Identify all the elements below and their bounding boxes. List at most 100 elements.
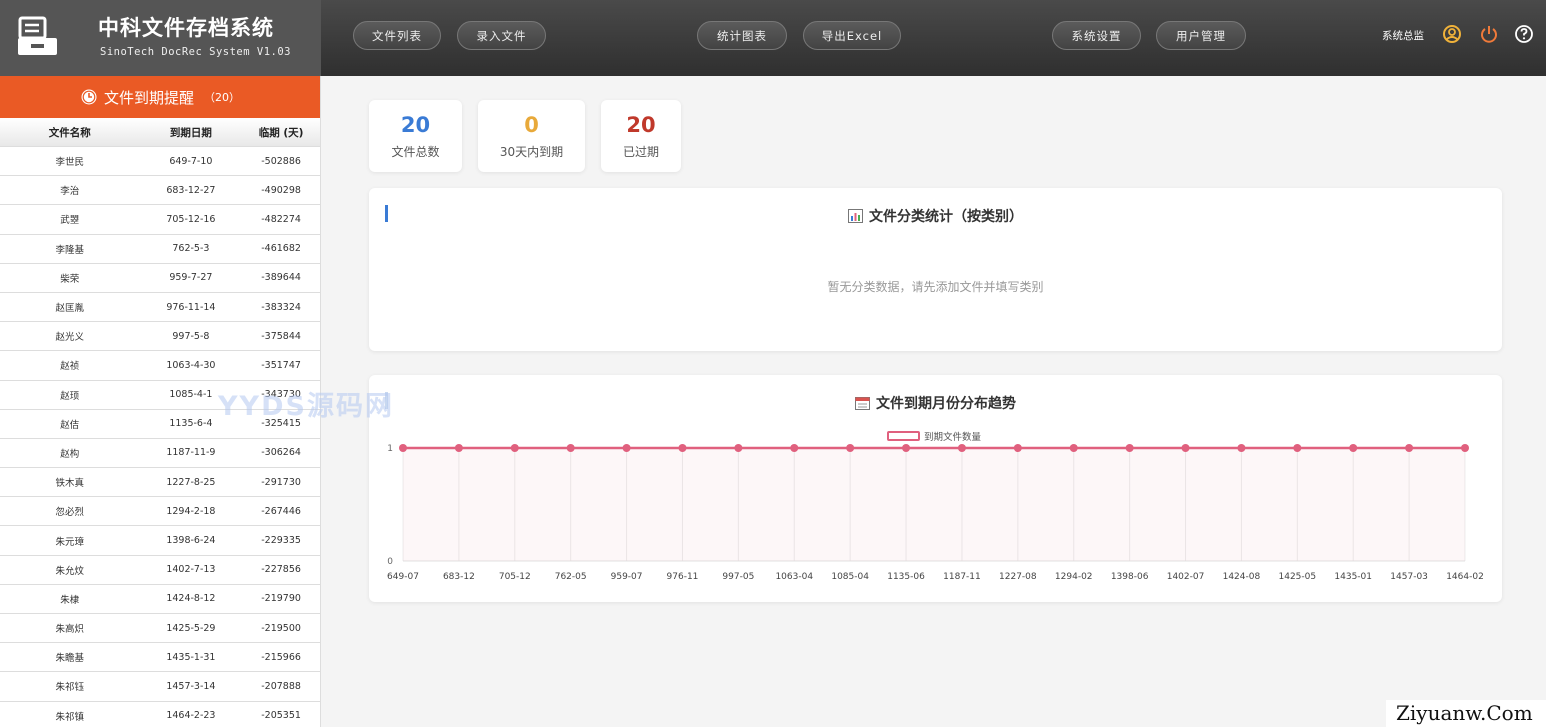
table-row[interactable]: 朱元璋 1398-6-24 -229335 — [0, 526, 320, 556]
row-file-name: 赵匡胤 — [55, 303, 85, 315]
table-row[interactable]: 朱祁钰 1457-3-14 -207888 — [0, 672, 320, 702]
row-file-name: 铁木真 — [55, 478, 85, 490]
row-file-name: 柴荣 — [60, 273, 80, 285]
row-expiry-date: 1464-2-23 — [166, 710, 216, 722]
category-stats-card: 文件分类统计（按类别） 暂无分类数据，请先添加文件并填写类别 — [369, 188, 1502, 351]
sidebar-title: 文件到期提醒 — [103, 88, 194, 107]
table-row[interactable]: 赵构 1187-11-9 -306264 — [0, 439, 320, 469]
stat-total-card: 20 文件总数 — [369, 100, 462, 172]
y-tick-label: 1 — [387, 444, 393, 454]
row-days-left: -375844 — [261, 330, 301, 342]
nav-file-list-button[interactable]: 文件列表 — [353, 21, 441, 50]
nav-charts-button[interactable]: 统计图表 — [697, 21, 787, 50]
row-expiry-date: 1294-2-18 — [166, 505, 216, 517]
stat-expired-value: 20 — [626, 113, 656, 137]
data-point — [790, 444, 799, 452]
sidebar-count: （20） — [204, 91, 240, 104]
row-file-name: 朱祁镇 — [55, 711, 85, 723]
row-expiry-date: 1398-6-24 — [166, 535, 216, 547]
table-row[interactable]: 铁木真 1227-8-25 -291730 — [0, 468, 320, 498]
x-tick-label: 1464-02 — [1446, 572, 1484, 582]
table-row[interactable]: 李世民 649-7-10 -502886 — [0, 147, 320, 177]
table-row[interactable]: 李隆基 762-5-3 -461682 — [0, 235, 320, 264]
table-row[interactable]: 赵光义 997-5-8 -375844 — [0, 322, 320, 352]
x-tick-label: 1424-08 — [1223, 572, 1261, 582]
bar-chart-icon — [848, 209, 863, 223]
x-tick-label: 1435-01 — [1334, 572, 1372, 582]
user-circle-icon[interactable] — [1442, 24, 1462, 44]
series-area — [403, 448, 1465, 561]
row-expiry-date: 1435-1-31 — [166, 651, 216, 663]
row-expiry-date: 1402-7-13 — [166, 564, 216, 576]
row-days-left: -205351 — [261, 710, 301, 722]
stat-expired-card: 20 已过期 — [601, 100, 681, 172]
stat-due-soon-card: 0 30天内到期 — [478, 100, 585, 172]
row-expiry-date: 1424-8-12 — [166, 593, 216, 605]
table-row[interactable]: 武曌 705-12-16 -482274 — [0, 205, 320, 235]
help-icon[interactable] — [1514, 24, 1534, 44]
data-point — [566, 444, 575, 452]
table-row[interactable]: 柴荣 959-7-27 -389644 — [0, 264, 320, 293]
nav-add-file-button[interactable]: 录入文件 — [457, 21, 546, 50]
corner-watermark: Ziyuanw.Com — [1386, 700, 1546, 727]
data-point — [1181, 444, 1190, 452]
power-icon[interactable] — [1479, 24, 1499, 44]
row-expiry-date: 1425-5-29 — [166, 622, 216, 634]
row-file-name: 赵顼 — [60, 390, 80, 402]
row-expiry-date: 959-7-27 — [169, 272, 213, 284]
x-tick-label: 683-12 — [443, 572, 475, 582]
table-row[interactable]: 朱瞻基 1435-1-31 -215966 — [0, 643, 320, 673]
data-point — [1069, 444, 1078, 452]
x-tick-label: 1227-08 — [999, 572, 1037, 582]
row-days-left: -306264 — [261, 447, 301, 459]
data-point — [399, 444, 407, 452]
archive-drawer-icon — [18, 16, 57, 55]
table-row[interactable]: 朱高炽 1425-5-29 -219500 — [0, 614, 320, 644]
table-row[interactable]: 朱允炆 1402-7-13 -227856 — [0, 556, 320, 585]
table-row[interactable]: 忽必烈 1294-2-18 -267446 — [0, 497, 320, 527]
table-row[interactable]: 朱棣 1424-8-12 -219790 — [0, 585, 320, 614]
row-file-name: 李隆基 — [55, 244, 85, 256]
table-row[interactable]: 朱祁镇 1464-2-23 -205351 — [0, 702, 320, 727]
table-row[interactable]: 赵匡胤 976-11-14 -383324 — [0, 293, 320, 323]
data-point — [1293, 444, 1302, 452]
row-file-name: 赵光义 — [55, 332, 85, 344]
nav-export-excel-button[interactable]: 导出Excel — [803, 21, 901, 50]
row-file-name: 朱高炽 — [55, 624, 85, 636]
row-expiry-date: 762-5-3 — [172, 243, 210, 255]
row-days-left: -219500 — [261, 622, 301, 634]
table-row[interactable]: 李治 683-12-27 -490298 — [0, 176, 320, 206]
row-days-left: -229335 — [261, 535, 301, 547]
stat-expired-label: 已过期 — [622, 145, 659, 159]
row-file-name: 朱棣 — [60, 594, 80, 606]
x-tick-label: 976-11 — [667, 572, 699, 582]
table-row[interactable]: 赵祯 1063-4-30 -351747 — [0, 351, 320, 381]
x-tick-label: 1187-11 — [943, 572, 981, 582]
sidebar-header: 文件到期提醒 （20） — [0, 76, 320, 118]
row-days-left: -267446 — [261, 505, 301, 517]
data-point — [678, 444, 687, 452]
data-point — [1349, 444, 1358, 452]
x-tick-label: 1398-06 — [1111, 572, 1149, 582]
row-expiry-date: 649-7-10 — [169, 155, 213, 167]
row-days-left: -215966 — [261, 651, 301, 663]
row-file-name: 朱瞻基 — [55, 653, 85, 665]
row-days-left: -482274 — [261, 213, 301, 225]
row-expiry-date: 1457-3-14 — [166, 680, 216, 692]
row-file-name: 赵佶 — [60, 419, 80, 431]
x-tick-label: 1402-07 — [1167, 572, 1205, 582]
clock-icon — [81, 89, 97, 105]
nav-settings-button[interactable]: 系统设置 — [1052, 21, 1141, 50]
row-expiry-date: 976-11-14 — [166, 301, 216, 313]
row-file-name: 忽必烈 — [55, 507, 85, 519]
x-tick-label: 1135-06 — [887, 572, 925, 582]
nav-user-manage-button[interactable]: 用户管理 — [1156, 21, 1246, 50]
row-file-name: 武曌 — [60, 215, 80, 227]
x-tick-label: 1294-02 — [1055, 572, 1093, 582]
current-user-label: 系统总监 — [1382, 30, 1424, 42]
row-expiry-date: 997-5-8 — [172, 330, 210, 342]
row-expiry-date: 1063-4-30 — [166, 359, 216, 371]
category-card-title: 文件分类统计（按类别） — [369, 206, 1502, 226]
stat-total-label: 文件总数 — [391, 145, 440, 159]
data-point — [846, 444, 855, 452]
